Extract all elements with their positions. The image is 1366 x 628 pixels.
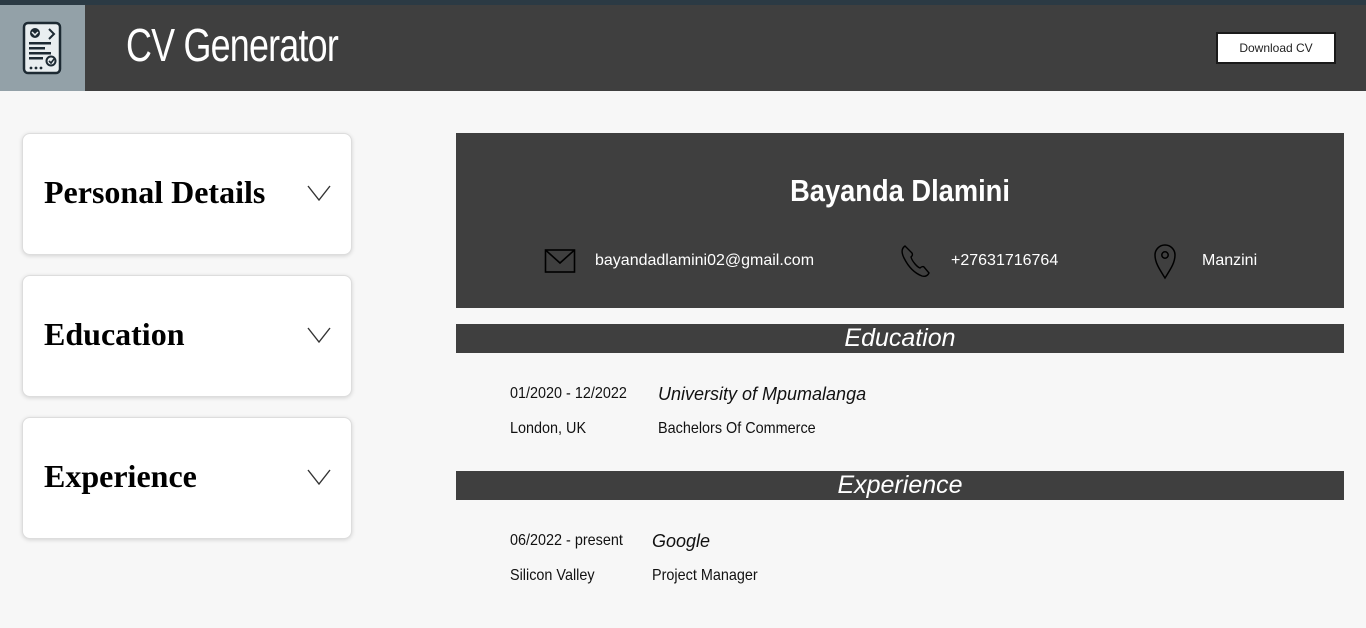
experience-section-bar: Experience [456,471,1344,500]
email-text: bayandadlamini02@gmail.com [595,252,815,269]
app-header: CV Generator Download CV [0,5,1366,91]
education-heading: Education [44,316,185,352]
education-location: London, UK [510,420,587,437]
personal-details-card[interactable]: Personal Details [22,133,352,255]
personal-details-heading: Personal Details [44,174,266,210]
chevron-down-icon[interactable] [307,468,331,486]
experience-location: Silicon Valley [510,567,595,584]
education-school: University of Mpumalanga [658,384,867,404]
experience-position: Project Manager [652,567,758,584]
location-text: Manzini [1202,252,1258,269]
experience-section-title: Experience [837,471,963,499]
education-section-bar: Education [456,324,1344,353]
chevron-down-icon[interactable] [307,326,331,344]
download-cv-button[interactable]: Download CV [1216,32,1336,64]
education-section-title: Education [844,324,956,352]
phone-icon [901,245,930,277]
cv-name: Bayanda Dlamini [790,173,1010,208]
app-title: CV Generator [126,19,339,71]
experience-dates: 06/2022 - present [510,532,623,549]
experience-company: Google [652,531,711,551]
mail-icon [544,249,576,273]
experience-card[interactable]: Experience [22,417,352,539]
chevron-down-icon[interactable] [307,184,331,202]
education-card[interactable]: Education [22,275,352,397]
education-degree: Bachelors Of Commerce [658,420,816,437]
logo [0,5,85,91]
phone-text: +27631716764 [951,252,1059,269]
location-pin-icon [1154,244,1176,280]
experience-heading: Experience [44,458,197,494]
cv-header: Bayanda Dlamini bayandadlamini02@gmail.c… [456,133,1344,308]
cv-document-icon [22,21,62,75]
education-dates: 01/2020 - 12/2022 [510,385,627,402]
